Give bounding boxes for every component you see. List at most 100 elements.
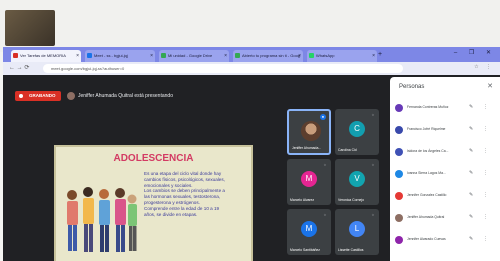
toolbar-icons[interactable]: ☆ ⋮: [474, 64, 494, 70]
browser-tab-bar: + – ❐ ✕ Ver Tarefas de MEMORIA × Meet - ss…: [3, 47, 500, 62]
student-figure: [67, 190, 78, 251]
tab-close-icon[interactable]: ×: [372, 50, 375, 62]
participant-name: Francisco Jofré Riquelme: [407, 127, 446, 131]
participant-row[interactable]: Ivanna Sierra Lagos Ma... ✎ ⋮: [395, 169, 495, 179]
presenter-text: Jeniffer Ahumada Quitral está presentand…: [78, 93, 173, 99]
tab-close-icon[interactable]: ×: [298, 50, 301, 62]
presenter-avatar: [67, 92, 75, 100]
participant-avatar: [395, 170, 403, 178]
more-options-icon[interactable]: ⋮: [483, 148, 488, 154]
mic-icon: ◌: [371, 162, 375, 167]
participant-avatar: [395, 148, 403, 156]
meet-stage: GRABANDO Jeniffer Ahumada Quitral está p…: [3, 75, 500, 261]
mic-icon: ◌: [323, 162, 327, 167]
background-object: [5, 10, 55, 46]
people-panel-title: Personas: [399, 84, 425, 90]
student-figure: [83, 187, 94, 252]
recording-label: GRABANDO: [29, 93, 56, 98]
student-figure: [115, 188, 126, 252]
mic-icon: ●: [320, 114, 326, 120]
tab-label: Ver Tarefas de MEMORIA: [20, 53, 66, 58]
participant-avatar: C: [349, 121, 365, 137]
participant-avatar: [395, 104, 403, 112]
favicon-icon: [161, 53, 166, 58]
tab-close-icon[interactable]: ×: [150, 50, 153, 62]
mic-icon[interactable]: ✎: [469, 104, 473, 110]
participant-tile[interactable]: M ◌ Marcelo Santibáñez: [287, 209, 331, 255]
browser-tab[interactable]: Mi unidad - Google Drive ×: [159, 50, 229, 62]
participant-row[interactable]: Francisco Jofré Riquelme ✎ ⋮: [395, 125, 495, 135]
participant-name: Carolina Cid: [338, 148, 357, 152]
participant-name: Marcelo Alvarez: [290, 198, 315, 202]
more-options-icon[interactable]: ⋮: [483, 126, 488, 132]
participant-name: Veronica Cornejo: [338, 198, 365, 202]
participant-name: Ivanna Sierra Lagos Ma...: [407, 171, 446, 175]
participant-name: Marcelo Santibáñez: [290, 248, 320, 252]
participant-tile[interactable]: C ◌ Carolina Cid: [335, 109, 379, 155]
participant-row[interactable]: Jeniffer Ahumada Quitral ✎ ⋮: [395, 213, 495, 223]
more-options-icon[interactable]: ⋮: [483, 170, 488, 176]
participant-row[interactable]: Jennifer Alvarado Cuevas ✎ ⋮: [395, 235, 495, 245]
participant-avatar: M: [301, 221, 317, 237]
slide-line: años, se divide en etapas.: [144, 211, 198, 217]
participant-name: Jeniffer Ahumada...: [292, 146, 322, 150]
mic-icon[interactable]: ✎: [469, 148, 473, 154]
participant-tile[interactable]: L ◌ Lissette Castillos: [335, 209, 379, 255]
participant-tile[interactable]: V ◌ Veronica Cornejo: [335, 159, 379, 205]
mic-icon[interactable]: ✎: [469, 170, 473, 176]
participant-name: Isidora de los Ángeles Ca...: [407, 149, 449, 153]
students-illustration: [67, 187, 137, 252]
record-dot-icon: [19, 94, 23, 98]
favicon-icon: [13, 53, 18, 58]
participant-row[interactable]: Jennifer Gonzalez Castillo ✎ ⋮: [395, 191, 495, 201]
browser-tab[interactable]: Meet - ss - bgjui-jqj ×: [85, 50, 155, 62]
mic-icon[interactable]: ✎: [469, 192, 473, 198]
favicon-icon: [309, 53, 314, 58]
tab-label: WhatsApp: [316, 53, 335, 58]
participant-avatar: M: [301, 171, 317, 187]
mic-icon: ◌: [323, 212, 327, 217]
tab-label: Abierto tu programa sin ti - Goog: [242, 53, 301, 58]
browser-tab[interactable]: WhatsApp ×: [307, 50, 377, 62]
mic-icon: ◌: [371, 212, 375, 217]
monitor: + – ❐ ✕ Ver Tarefas de MEMORIA × Meet - ss…: [3, 47, 500, 261]
window-controls[interactable]: – ❐ ✕: [454, 49, 496, 56]
participant-row[interactable]: Fernanda Contreras Muñoz ✎ ⋮: [395, 103, 495, 113]
close-icon[interactable]: ✕: [487, 82, 493, 90]
more-options-icon[interactable]: ⋮: [483, 214, 488, 220]
new-tab-button[interactable]: +: [378, 50, 382, 60]
slide-body: Es una etapa del ciclo vital donde hay ca…: [144, 171, 246, 217]
favicon-icon: [87, 53, 92, 58]
recording-badge: GRABANDO: [15, 91, 61, 101]
tab-close-icon[interactable]: ×: [76, 50, 79, 62]
browser-tab[interactable]: Abierto tu programa sin ti - Goog ×: [233, 50, 303, 62]
participant-avatar: V: [349, 171, 365, 187]
participant-name: Lissette Castillos: [338, 248, 364, 252]
participant-avatar: [395, 236, 403, 244]
participant-name: Fernanda Contreras Muñoz: [407, 105, 449, 109]
more-options-icon[interactable]: ⋮: [483, 192, 488, 198]
tab-close-icon[interactable]: ×: [224, 50, 227, 62]
slide-title: ADOLESCENCIA: [113, 153, 194, 164]
participant-name: Jeniffer Ahumada Quitral: [407, 215, 445, 219]
participant-avatar: [395, 126, 403, 134]
participant-tile[interactable]: ● Jeniffer Ahumada...: [287, 109, 331, 155]
participant-tile[interactable]: M ◌ Marcelo Alvarez: [287, 159, 331, 205]
mic-icon[interactable]: ✎: [469, 214, 473, 220]
mic-icon[interactable]: ✎: [469, 236, 473, 242]
nav-icons[interactable]: ← → ⟳: [9, 64, 29, 71]
tab-label: Mi unidad - Google Drive: [168, 53, 213, 58]
url-field[interactable]: meet.google.com/bgjui-jqj-ss?authuser=0: [43, 64, 403, 73]
participant-avatar: L: [349, 221, 365, 237]
more-options-icon[interactable]: ⋮: [483, 104, 488, 110]
favicon-icon: [235, 53, 240, 58]
more-options-icon[interactable]: ⋮: [483, 236, 488, 242]
tab-label: Meet - ss - bgjui-jqj: [94, 53, 128, 58]
browser-tab[interactable]: Ver Tarefas de MEMORIA ×: [11, 50, 81, 62]
people-panel: Personas ✕ Fernanda Contreras Muñoz ✎ ⋮ Fra…: [390, 77, 500, 261]
participant-row[interactable]: Isidora de los Ángeles Ca... ✎ ⋮: [395, 147, 495, 157]
student-figure: [99, 189, 110, 252]
mic-icon[interactable]: ✎: [469, 126, 473, 132]
participant-name: Jennifer Alvarado Cuevas: [407, 237, 446, 241]
participant-avatar: [395, 214, 403, 222]
